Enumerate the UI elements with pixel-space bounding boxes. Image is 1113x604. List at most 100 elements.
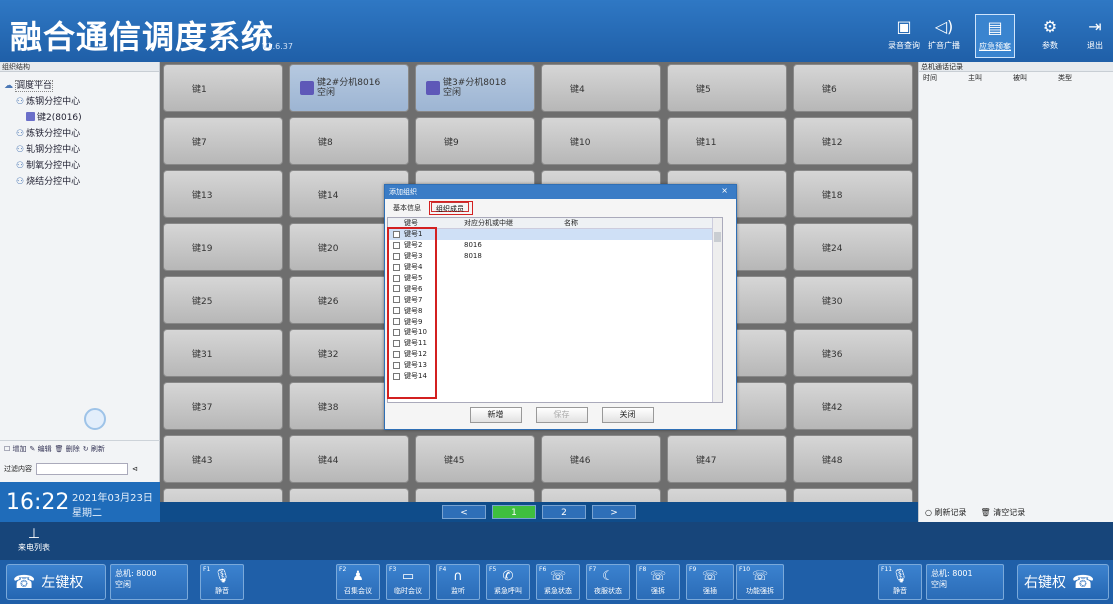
key-button[interactable]: 键25 [163, 276, 283, 324]
member-row[interactable]: 键号8 [388, 305, 722, 316]
功能强拆-button[interactable]: F10 ☏ 功能强拆 [736, 564, 784, 600]
监听-button[interactable]: F4 ∩ 监听 [436, 564, 480, 600]
left-trunk[interactable]: 总机: 8000 空闲 [110, 564, 188, 600]
key-button[interactable]: 键37 [163, 382, 283, 430]
row-checkbox[interactable] [393, 241, 400, 249]
召集会议-button[interactable]: F2 ♟ 召集会议 [336, 564, 380, 600]
临时会议-button[interactable]: F3 ▭ 临时会议 [386, 564, 430, 600]
key-button[interactable]: 键42 [793, 382, 913, 430]
key-button[interactable]: 键6 [793, 64, 913, 112]
tree-item-sintering[interactable]: ⚇ 烧结分控中心 [16, 174, 80, 187]
row-checkbox[interactable] [393, 274, 400, 282]
应急预案-toolbar-button[interactable]: ▤ 应急预案 [975, 14, 1015, 58]
紧急状态-button[interactable]: F6 ☏ 紧急状态 [536, 564, 580, 600]
close-icon[interactable]: × [721, 186, 728, 195]
参数-toolbar-button[interactable]: ⚙ 参数 [1030, 14, 1070, 58]
row-checkbox[interactable] [393, 339, 400, 347]
key-button[interactable]: 键36 [793, 329, 913, 377]
key-button[interactable]: 键1 [163, 64, 283, 112]
row-checkbox[interactable] [393, 328, 400, 336]
row-checkbox[interactable] [393, 230, 400, 238]
key-button[interactable]: 键2#分机8016 空闲 [289, 64, 409, 112]
key-button[interactable]: 键5 [667, 64, 787, 112]
incoming-call-list-button[interactable]: ⊥ 来电列表 [6, 526, 62, 553]
delete-button[interactable]: 🗑 删除 [55, 444, 80, 455]
member-row[interactable]: 键号10 [388, 327, 722, 338]
left-key-button[interactable]: ☎ 左键权 [6, 564, 106, 600]
强拆-button[interactable]: F8 ☏ 强拆 [636, 564, 680, 600]
right-key-button[interactable]: 右键权 ☎ [1017, 564, 1109, 600]
row-checkbox[interactable] [393, 296, 400, 304]
clear-records-button[interactable]: 🗑 清空记录 [981, 507, 1026, 517]
tab-org-members[interactable]: 组织成员 [431, 202, 469, 213]
row-checkbox[interactable] [393, 372, 400, 380]
key-button[interactable]: 键24 [793, 223, 913, 271]
key-button[interactable]: 键47 [667, 435, 787, 483]
pager-prev-button[interactable]: < [442, 505, 486, 519]
key-button[interactable]: 键18 [793, 170, 913, 218]
tree-item-steelmaking[interactable]: ⚇ 炼钢分控中心 [16, 94, 80, 107]
tree-item-oxygen[interactable]: ⚇ 制氧分控中心 [16, 158, 80, 171]
row-checkbox[interactable] [393, 307, 400, 315]
edit-button[interactable]: ✎ 编辑 [30, 444, 52, 455]
save-button[interactable]: 保存 [535, 407, 588, 423]
member-row[interactable]: 键号5 [388, 273, 722, 284]
right-trunk[interactable]: 总机: 8001 空闲 [926, 564, 1004, 600]
key-button[interactable]: 键3#分机8018 空闲 [415, 64, 535, 112]
row-checkbox[interactable] [393, 263, 400, 271]
member-row[interactable]: 键号2 8016 [388, 240, 722, 251]
key-button[interactable]: 键8 [289, 117, 409, 165]
key-button[interactable]: 键45 [415, 435, 535, 483]
page-2-button[interactable]: 2 [542, 505, 586, 519]
key-button[interactable]: 键4 [541, 64, 661, 112]
key-button[interactable]: 键44 [289, 435, 409, 483]
filter-input[interactable] [36, 463, 128, 475]
row-checkbox[interactable] [393, 252, 400, 260]
member-row[interactable]: 键号6 [388, 283, 722, 294]
row-checkbox[interactable] [393, 318, 400, 326]
member-table-scrollbar[interactable] [712, 218, 722, 402]
tree-item-rolling[interactable]: ⚇ 轧钢分控中心 [16, 142, 80, 155]
row-checkbox[interactable] [393, 361, 400, 369]
row-checkbox[interactable] [393, 285, 400, 293]
tree-item-ironmaking[interactable]: ⚇ 炼铁分控中心 [16, 126, 80, 139]
page-1-button[interactable]: 1 [492, 505, 536, 519]
紧急呼叫-button[interactable]: F5 ✆ 紧急呼叫 [486, 564, 530, 600]
pager-next-button[interactable]: > [592, 505, 636, 519]
key-button[interactable]: 键12 [793, 117, 913, 165]
member-row[interactable]: 键号13 [388, 360, 722, 371]
key-button[interactable]: 键7 [163, 117, 283, 165]
key-button[interactable]: 键13 [163, 170, 283, 218]
tree-item-key2[interactable]: 键2(8016) [26, 110, 82, 123]
member-row[interactable]: 键号1 [388, 229, 722, 240]
key-button[interactable]: 键31 [163, 329, 283, 377]
key-button[interactable]: 键30 [793, 276, 913, 324]
key-button[interactable]: 键9 [415, 117, 535, 165]
member-row[interactable]: 键号4 [388, 262, 722, 273]
静音-button[interactable]: F1 🎙 静音 [200, 564, 244, 600]
退出-toolbar-button[interactable]: ⇥ 退出 [1075, 14, 1113, 58]
member-row[interactable]: 键号3 8018 [388, 251, 722, 262]
member-row[interactable]: 键号7 [388, 294, 722, 305]
静音-button[interactable]: F11 🎙 静音 [878, 564, 922, 600]
row-checkbox[interactable] [393, 350, 400, 358]
key-button[interactable]: 键46 [541, 435, 661, 483]
key-button[interactable]: 键11 [667, 117, 787, 165]
new-button[interactable]: 新增 [469, 407, 522, 423]
key-button[interactable]: 键19 [163, 223, 283, 271]
tab-basic-info[interactable]: 基本信息 [389, 202, 425, 212]
filter-icon[interactable]: ⊲ [132, 465, 138, 473]
add-button[interactable]: ☐ 增加 [4, 444, 27, 455]
member-row[interactable]: 键号14 [388, 371, 722, 382]
录音查询-toolbar-button[interactable]: ▣ 录音查询 [884, 14, 924, 58]
key-button[interactable]: 键48 [793, 435, 913, 483]
夜服状态-button[interactable]: F7 ☾ 夜服状态 [586, 564, 630, 600]
refresh-records-button[interactable]: ○ 刷新记录 [925, 507, 967, 517]
key-button[interactable]: 键10 [541, 117, 661, 165]
key-button[interactable]: 键43 [163, 435, 283, 483]
tree-item-dispatch-platform[interactable]: ☁ 调度平台 [4, 78, 54, 92]
强插-button[interactable]: F9 ☏ 强插 [686, 564, 734, 600]
扩音广播-toolbar-button[interactable]: ◁) 扩音广播 [924, 14, 964, 58]
close-button[interactable]: 关闭 [601, 407, 654, 423]
member-row[interactable]: 键号9 [388, 316, 722, 327]
